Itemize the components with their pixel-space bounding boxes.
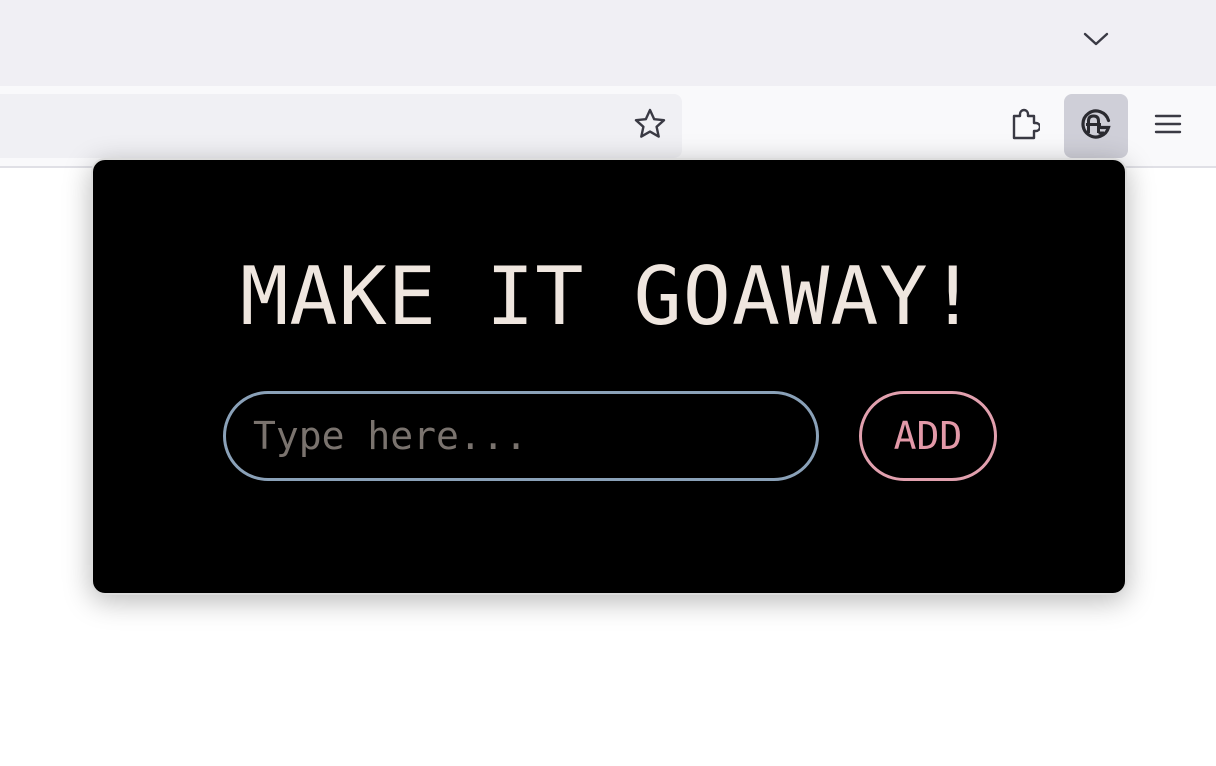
hamburger-menu-icon (1154, 113, 1182, 139)
bookmark-page-button[interactable] (622, 102, 678, 150)
task-input[interactable] (223, 391, 819, 481)
extension-popup: MAKE IT GOAWAY! ADD (91, 158, 1127, 595)
popup-title: MAKE IT GOAWAY! (240, 250, 978, 343)
application-menu-button[interactable] (1136, 94, 1200, 158)
star-icon (633, 107, 667, 145)
navigation-toolbar (0, 86, 1216, 168)
goaway-extension-button[interactable] (1064, 94, 1128, 158)
address-bar[interactable] (0, 94, 682, 158)
goaway-logo-icon (1079, 107, 1113, 145)
chevron-down-icon (1082, 30, 1110, 52)
puzzle-icon (1010, 107, 1042, 145)
list-all-tabs-button[interactable] (1072, 18, 1120, 64)
extensions-button[interactable] (993, 94, 1057, 158)
add-button[interactable]: ADD (859, 391, 997, 481)
tab-bar (0, 0, 1216, 86)
